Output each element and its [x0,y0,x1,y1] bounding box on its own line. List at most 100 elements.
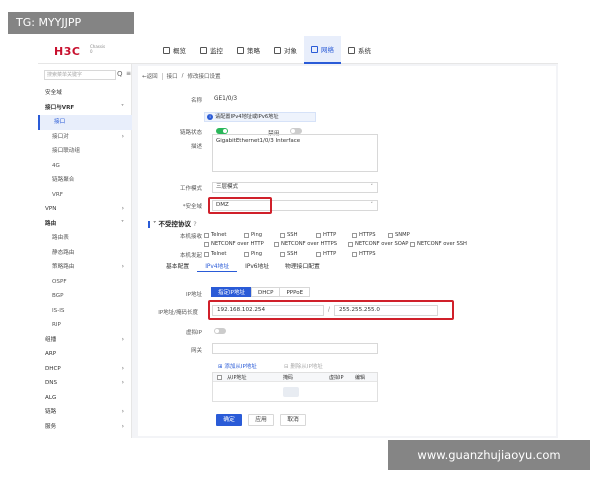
local-opt-https[interactable]: HTTPS [352,232,376,238]
sidebar-item[interactable]: 链路聚合 [38,173,132,188]
ok-button[interactable]: 确定 [216,414,242,426]
security-zone-label: *安全域 [182,204,202,210]
tab-ipv6[interactable]: IPv6地址 [237,262,277,272]
link-state-label: 链路状态 [179,130,202,136]
fwd-opt-ssh[interactable]: SSH [280,251,298,257]
fwd-opt-telnet[interactable]: Telnet [204,251,226,257]
brand-subtitle: Chassis 0 [90,44,105,54]
sidebar-item-label: 组播 [45,336,57,343]
sidebar-item[interactable]: 组播 › [38,333,132,348]
tab-physical[interactable]: 物理接口配置 [277,262,328,272]
local-opt-netconf-soap[interactable]: NETCONF over SOAP [348,241,408,247]
apply-button[interactable]: 应用 [248,414,274,426]
description-textarea[interactable]: GigabitEthernet1/0/3 Interface [212,134,378,172]
work-mode-select[interactable]: 三层模式 ˅ [212,182,378,193]
sidebar-item[interactable]: DHCP › [38,362,132,377]
sidebar-item[interactable]: 服务 › [38,420,132,435]
checkbox-icon [244,232,249,238]
tab-ipv4[interactable]: IPv4地址 [197,262,238,272]
delete-secondary-ip-link[interactable]: ⊟ 删除从IP地址 [284,362,323,370]
add-secondary-ip-link[interactable]: ⊞ 添加从IP地址 [218,362,257,370]
nav-policy[interactable]: 策略 [230,36,267,64]
sidebar-item[interactable]: IS-IS [38,304,132,319]
gateway-label: 网关 [190,348,202,354]
nav-overview[interactable]: 概览 [156,36,193,64]
sidebar-item-label: 静态路由 [52,249,75,256]
back-link[interactable]: ←返回 [142,72,158,80]
sidebar-item[interactable]: BGP [38,289,132,304]
col-edit: 编辑 [355,375,366,381]
sidebar-item[interactable]: 策略路由 › [38,260,132,275]
sidebar-item-label: 安全域 [45,90,62,96]
local-opt-http[interactable]: HTTP [316,232,336,238]
virtual-ip-toggle[interactable] [214,328,226,334]
sidebar-item[interactable]: 接口 [38,115,132,130]
sidebar-item[interactable]: 静态路由 [38,246,132,261]
local-opt-ping[interactable]: Ping [244,232,262,238]
local-opt-netconf-https[interactable]: NETCONF over HTTPS [274,241,337,247]
fwd-opt-http[interactable]: HTTP [316,251,336,257]
local-opt-https-label: HTTPS [359,232,376,238]
sidebar-item[interactable]: VRF [38,188,132,203]
checkbox-icon [204,251,209,257]
local-opt-ssh[interactable]: SSH [280,232,298,238]
local-opt-netconf-http-label: NETCONF over HTTP [211,241,264,247]
sidebar-item[interactable]: 4G [38,159,132,174]
sidebar-item[interactable]: ALG [38,391,132,406]
local-opt-netconf-soap-label: NETCONF over SOAP [355,241,409,247]
sidebar-item[interactable]: 路由 ˅ [38,217,132,232]
sidebar-item[interactable]: 接口联动组 [38,144,132,159]
object-icon [274,46,281,54]
tab-basic[interactable]: 基本配置 [158,262,197,272]
sidebar-item[interactable]: 路由表 [38,231,132,246]
checkbox-icon [204,241,209,247]
sidebar-item[interactable]: 安全域 [38,86,132,101]
nav-label: 概览 [173,47,186,55]
sidebar-item[interactable]: OSPF [38,275,132,290]
sidebar-item[interactable]: ARP [38,347,132,362]
menu-search-input[interactable]: 搜索菜单关键字 [44,70,116,80]
fwd-opt-https[interactable]: HTTPS [352,251,376,257]
gateway-input[interactable] [212,343,378,354]
col-virtual-ip: 虚拟IP [329,375,344,381]
nav-network[interactable]: 网络 [304,36,341,64]
breadcrumb-interface[interactable]: 接口 [167,72,178,80]
nav-system[interactable]: 系统 [341,36,378,64]
sidebar-item[interactable]: 接口对 › [38,130,132,145]
ip-mode-pppoe[interactable]: PPPoE [279,287,311,297]
local-opt-netconf-https-label: NETCONF over HTTPS [281,241,338,247]
local-opt-netconf-ssh[interactable]: NETCONF over SSH [410,241,467,247]
sidebar-item[interactable]: 链路 › [38,405,132,420]
sidebar-item[interactable]: DNS › [38,376,132,391]
local-opt-telnet[interactable]: Telnet [204,232,226,238]
access-section-title: ˅ 不受控协议 ? [148,218,197,228]
work-mode-value: 三层模式 [216,184,239,190]
nav-object[interactable]: 对象 [267,36,304,64]
ip-mode-static[interactable]: 指定IP地址 [211,287,252,297]
local-initiate-label: 本机发起 [179,253,202,259]
local-opt-netconf-http[interactable]: NETCONF over HTTP [204,241,264,247]
select-all-checkbox[interactable] [217,375,222,380]
sidebar-item-label: 接口联动组 [52,148,80,154]
local-opt-telnet-label: Telnet [211,232,227,238]
sidebar-item[interactable]: VPN › [38,202,132,217]
nav-monitor[interactable]: 监控 [193,36,230,64]
collapse-caret-icon[interactable]: ˅ [153,220,156,228]
cancel-button[interactable]: 取消 [280,414,306,426]
ip-mode-dhcp[interactable]: DHCP [250,287,281,297]
fwd-opt-telnet-label: Telnet [211,251,227,257]
checkbox-icon [274,241,279,247]
sidebar-item[interactable]: 接口与VRF ˅ [38,101,132,116]
work-mode-label: 工作模式 [179,186,202,192]
fwd-opt-ping[interactable]: Ping [244,251,262,257]
checkbox-icon [316,232,321,238]
help-icon[interactable]: ? [193,220,196,228]
sidebar-item[interactable]: RIP [38,318,132,333]
highlight-security-zone [208,197,272,214]
menu-collapse-icon[interactable]: ≡ [126,70,131,77]
checkbox-icon [217,375,222,380]
search-icon[interactable]: Q [117,70,123,78]
local-opt-snmp[interactable]: SNMP [388,232,410,238]
breadcrumb-divider [161,72,163,80]
local-opt-ssh-label: SSH [287,232,298,238]
